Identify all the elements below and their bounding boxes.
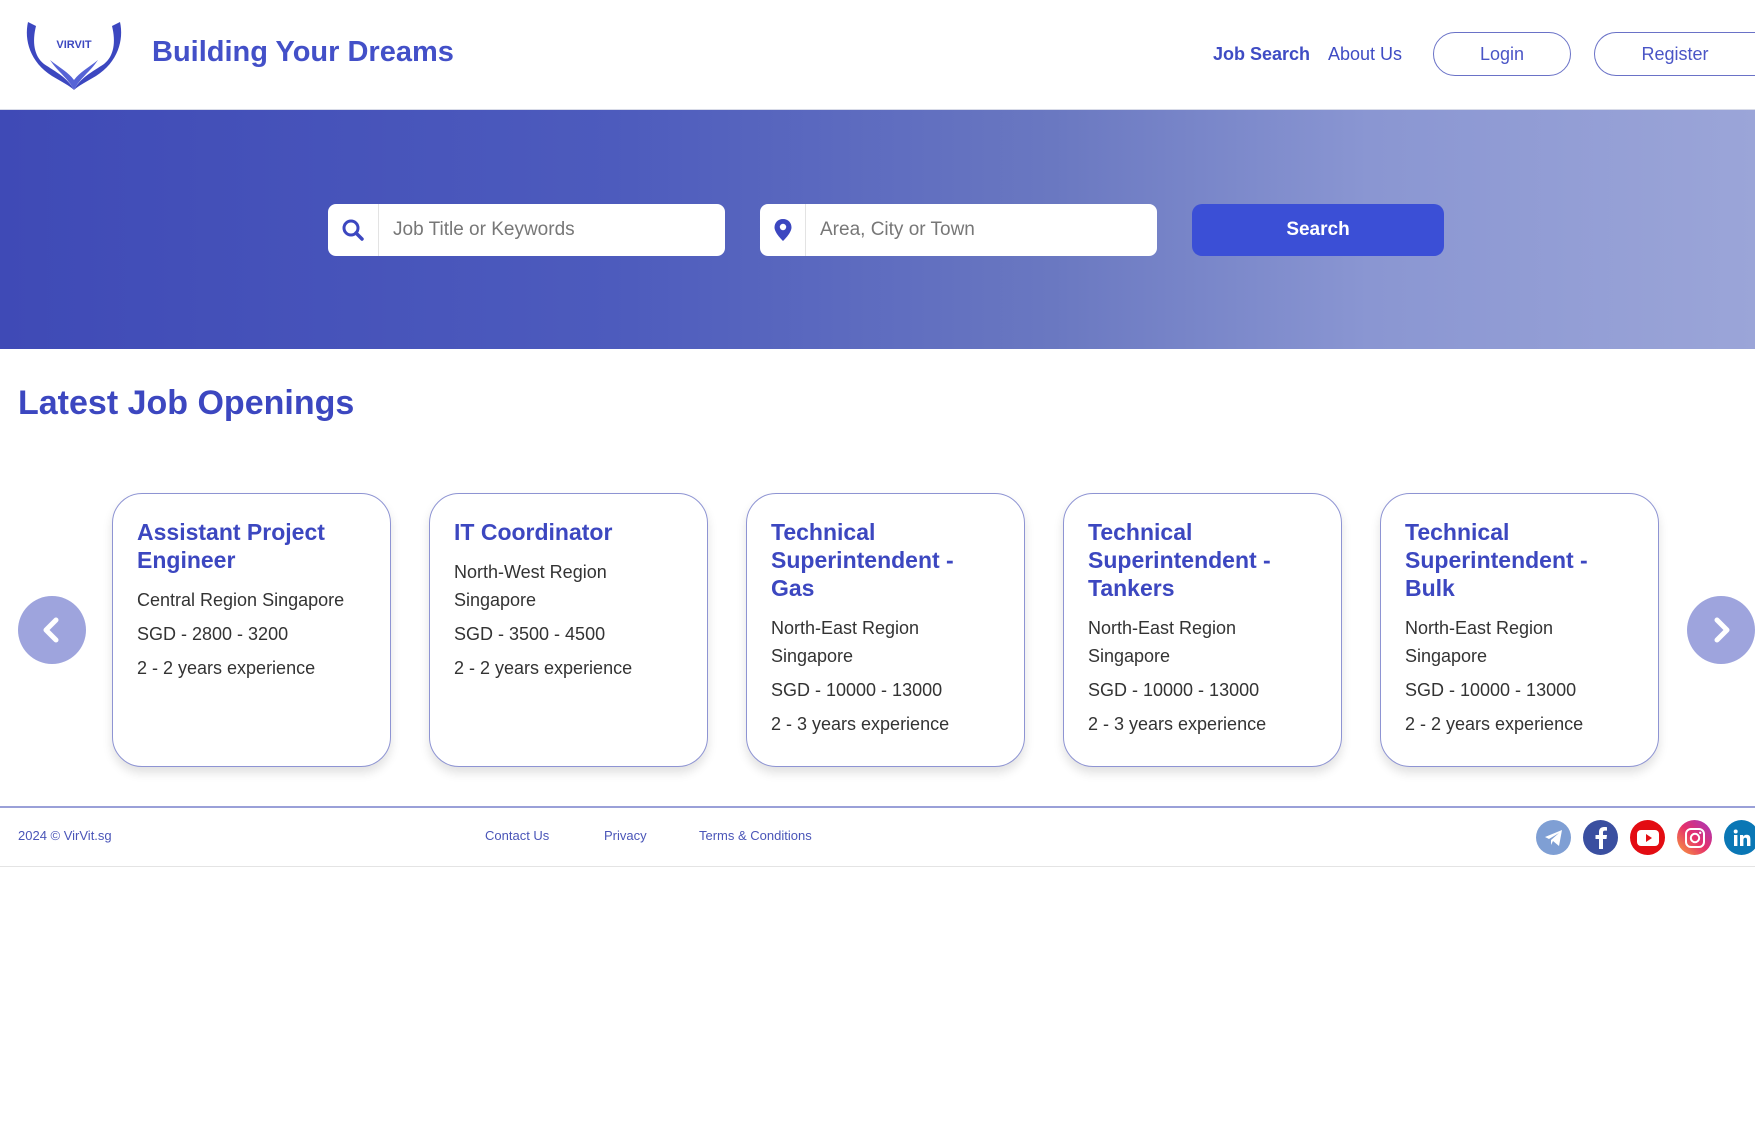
job-experience: 2 - 2 years experience — [1405, 714, 1584, 734]
job-card[interactable]: Technical Superintendent - Tankers North… — [1063, 493, 1342, 767]
job-salary: SGD - 10000 - 13000 — [771, 680, 943, 700]
facebook-icon[interactable] — [1583, 820, 1618, 855]
job-location: North-West Region Singapore — [454, 562, 607, 610]
job-card[interactable]: Technical Superintendent - Gas North-Eas… — [746, 493, 1025, 767]
register-button[interactable]: Register — [1594, 32, 1755, 76]
job-salary: SGD - 10000 - 13000 — [1088, 680, 1260, 700]
location-input[interactable] — [806, 205, 1157, 255]
job-experience: 2 - 3 years experience — [1088, 714, 1267, 734]
chevron-left-icon — [43, 617, 59, 643]
brand-title: Building Your Dreams — [152, 36, 454, 68]
site-footer: 2024 © VirVit.sg Contact Us Privacy Term… — [0, 806, 1755, 867]
nav-job-search[interactable]: Job Search — [1213, 44, 1310, 65]
job-location: North-East Region Singapore — [1088, 618, 1237, 666]
job-card[interactable]: IT Coordinator North-West Region Singapo… — [429, 493, 708, 767]
job-salary: SGD - 2800 - 3200 — [137, 624, 289, 644]
search-icon — [328, 204, 379, 256]
job-experience: 2 - 2 years experience — [137, 658, 316, 678]
keywords-search-box — [328, 204, 725, 256]
copyright-text: 2024 © VirVit.sg — [18, 828, 112, 843]
carousel-next-button[interactable] — [1687, 596, 1755, 664]
footer-terms-link[interactable]: Terms & Conditions — [699, 828, 812, 843]
hero-search-banner: Search — [0, 110, 1755, 349]
job-salary: SGD - 3500 - 4500 — [454, 624, 606, 644]
job-location: Central Region Singapore — [137, 590, 345, 610]
footer-privacy-link[interactable]: Privacy — [604, 828, 647, 843]
job-title[interactable]: Assistant Project Engineer — [137, 518, 366, 574]
site-header: VIRVIT Building Your Dreams Job Search A… — [0, 0, 1755, 110]
job-card[interactable]: Technical Superintendent - Bulk North-Ea… — [1380, 493, 1659, 767]
job-title[interactable]: IT Coordinator — [454, 518, 683, 546]
footer-contact-link[interactable]: Contact Us — [485, 828, 549, 843]
job-experience: 2 - 3 years experience — [771, 714, 950, 734]
instagram-icon[interactable] — [1677, 820, 1712, 855]
login-button[interactable]: Login — [1433, 32, 1571, 76]
carousel-prev-button[interactable] — [18, 596, 86, 664]
chevron-right-icon — [1714, 617, 1730, 643]
job-salary: SGD - 10000 - 13000 — [1405, 680, 1577, 700]
job-title[interactable]: Technical Superintendent - Gas — [771, 518, 1000, 602]
nav-about-us[interactable]: About Us — [1328, 44, 1402, 65]
keywords-input[interactable] — [379, 205, 725, 255]
telegram-icon[interactable] — [1536, 820, 1571, 855]
logo-text: VIRVIT — [56, 39, 92, 51]
virvit-logo[interactable]: VIRVIT — [22, 20, 126, 92]
job-location: North-East Region Singapore — [771, 618, 920, 666]
linkedin-icon[interactable] — [1724, 820, 1755, 855]
section-title: Latest Job Openings — [18, 384, 355, 422]
job-experience: 2 - 2 years experience — [454, 658, 633, 678]
job-card[interactable]: Assistant Project Engineer Central Regio… — [112, 493, 391, 767]
location-search-box — [760, 204, 1157, 256]
job-location: North-East Region Singapore — [1405, 618, 1554, 666]
job-title[interactable]: Technical Superintendent - Bulk — [1405, 518, 1634, 602]
youtube-icon[interactable] — [1630, 820, 1665, 855]
search-button[interactable]: Search — [1192, 204, 1444, 256]
map-pin-icon — [760, 204, 806, 256]
job-title[interactable]: Technical Superintendent - Tankers — [1088, 518, 1317, 602]
